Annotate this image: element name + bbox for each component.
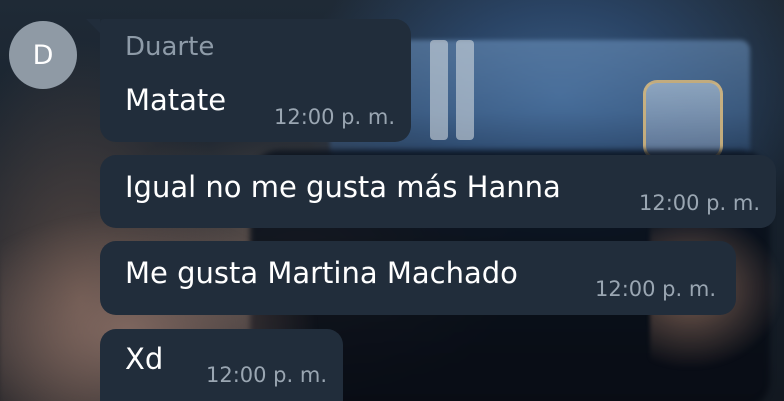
message-bubble[interactable]: Duarte Matate 12:00 p. m. (86, 19, 411, 142)
message-bubble[interactable]: Igual no me gusta más Hanna 12:00 p. m. (100, 155, 776, 228)
message-time: 12:00 p. m. (273, 105, 395, 129)
sender-name[interactable]: Duarte (125, 32, 214, 62)
wallpaper-jersey-number (430, 40, 448, 140)
wallpaper-jersey-number (456, 40, 474, 140)
message-bubble[interactable]: Me gusta Martina Machado 12:00 p. m. (100, 241, 736, 315)
wallpaper-crest (643, 80, 723, 160)
message-time: 12:00 p. m. (638, 191, 760, 215)
message-text: Matate (125, 83, 227, 117)
message-time: 12:00 p. m. (205, 363, 327, 387)
avatar-initial: D (32, 39, 54, 71)
message-text: Me gusta Martina Machado (125, 256, 518, 290)
avatar[interactable]: D (9, 21, 77, 89)
message-time: 12:00 p. m. (594, 277, 716, 301)
message-text: Igual no me gusta más Hanna (125, 170, 561, 204)
message-bubble[interactable]: Xd 12:00 p. m. (100, 329, 343, 401)
message-text: Xd (125, 342, 164, 376)
